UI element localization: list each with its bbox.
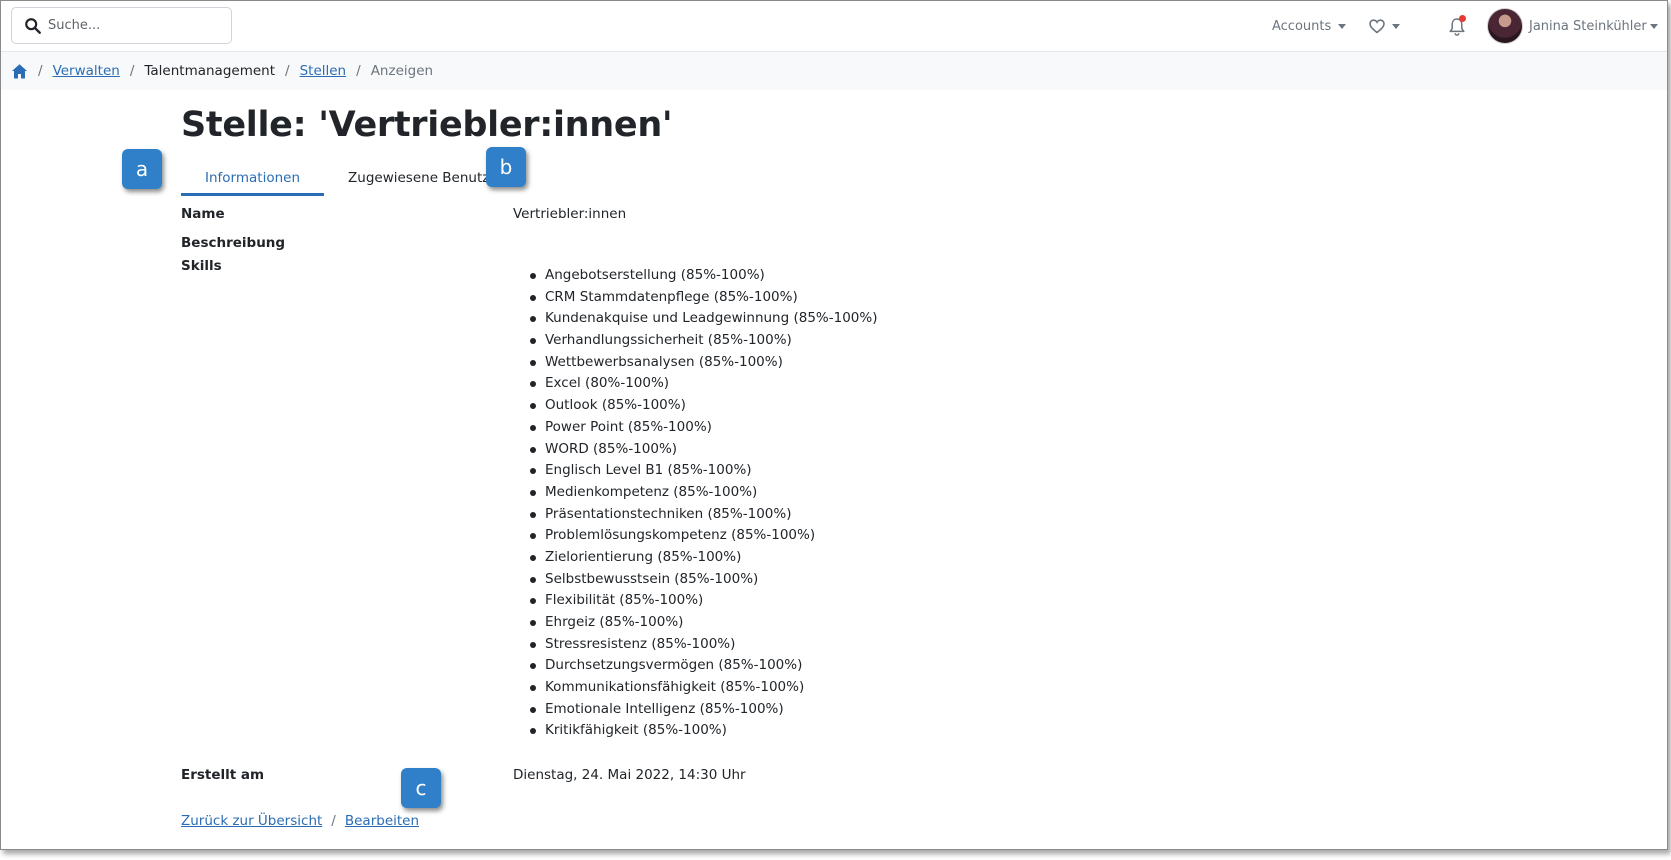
skill-item: Englisch Level B1 (85%-100%) bbox=[513, 460, 877, 482]
breadcrumb: / Verwalten / Talentmanagement / Stellen… bbox=[1, 52, 1667, 90]
skill-item: Excel (80%-100%) bbox=[513, 373, 877, 395]
name-label: Name bbox=[181, 206, 225, 222]
skill-item: Kundenakquise und Leadgewinnung (85%-100… bbox=[513, 308, 877, 330]
footer-links: Zurück zur Übersicht / Bearbeiten bbox=[181, 813, 419, 829]
chevron-down-icon bbox=[1649, 23, 1658, 29]
skills-label: Skills bbox=[181, 258, 222, 274]
skill-item: Wettbewerbsanalysen (85%-100%) bbox=[513, 352, 877, 374]
skill-item: CRM Stammdatenpflege (85%-100%) bbox=[513, 287, 877, 309]
skill-item: Selbstbewusstsein (85%-100%) bbox=[513, 569, 877, 591]
search-input[interactable] bbox=[48, 8, 228, 43]
notification-dot bbox=[1459, 15, 1466, 22]
annotation-marker-c: c bbox=[401, 768, 441, 808]
accounts-label: Accounts bbox=[1272, 18, 1332, 34]
skill-item: Problemlösungskompetenz (85%-100%) bbox=[513, 525, 877, 547]
breadcrumb-separator: / bbox=[129, 63, 135, 79]
skill-item: Angebotserstellung (85%-100%) bbox=[513, 265, 877, 287]
notifications-button[interactable] bbox=[1445, 14, 1469, 38]
skill-item: Präsentationstechniken (85%-100%) bbox=[513, 504, 877, 526]
skill-item: WORD (85%-100%) bbox=[513, 439, 877, 461]
annotation-marker-b: b bbox=[486, 147, 526, 187]
user-menu[interactable]: Janina Steinkühler bbox=[1487, 7, 1663, 45]
breadcrumb-link-stellen[interactable]: Stellen bbox=[300, 63, 347, 79]
skill-item: Durchsetzungsvermögen (85%-100%) bbox=[513, 655, 877, 677]
back-to-overview-link[interactable]: Zurück zur Übersicht bbox=[181, 813, 322, 829]
app-window: Accounts Janina Steinkühler bbox=[0, 0, 1668, 850]
tab-informationen[interactable]: Informationen bbox=[181, 160, 325, 196]
tab-bar: Informationen Zugewiesene Benutzer bbox=[181, 160, 527, 196]
heart-icon bbox=[1369, 18, 1385, 34]
user-name: Janina Steinkühler bbox=[1529, 18, 1647, 34]
skill-item: Verhandlungssicherheit (85%-100%) bbox=[513, 330, 877, 352]
breadcrumb-link-verwalten[interactable]: Verwalten bbox=[53, 63, 120, 79]
skill-item: Flexibilität (85%-100%) bbox=[513, 590, 877, 612]
breadcrumb-item-talentmanagement: Talentmanagement bbox=[144, 63, 276, 79]
edit-link[interactable]: Bearbeiten bbox=[345, 813, 419, 829]
top-navbar: Accounts Janina Steinkühler bbox=[1, 1, 1667, 52]
breadcrumb-separator: / bbox=[38, 63, 43, 79]
name-value: Vertriebler:innen bbox=[513, 206, 627, 222]
created-label: Erstellt am bbox=[181, 767, 265, 783]
breadcrumb-item-anzeigen: Anzeigen bbox=[370, 63, 434, 79]
chevron-down-icon bbox=[1392, 23, 1400, 29]
breadcrumb-separator: / bbox=[285, 63, 290, 79]
skill-item: Kommunikationsfähigkeit (85%-100%) bbox=[513, 677, 877, 699]
annotation-marker-a: a bbox=[122, 149, 162, 189]
breadcrumb-separator: / bbox=[356, 63, 361, 79]
avatar bbox=[1487, 8, 1523, 44]
skill-item: Power Point (85%-100%) bbox=[513, 417, 877, 439]
skill-item: Zielorientierung (85%-100%) bbox=[513, 547, 877, 569]
search-box[interactable] bbox=[11, 7, 232, 44]
search-icon bbox=[25, 18, 41, 34]
created-value: Dienstag, 24. Mai 2022, 14:30 Uhr bbox=[513, 767, 746, 783]
footer-separator: / bbox=[331, 813, 336, 829]
skill-item: Stressresistenz (85%-100%) bbox=[513, 634, 877, 656]
skill-item: Medienkompetenz (85%-100%) bbox=[513, 482, 877, 504]
skills-list: Angebotserstellung (85%-100%) CRM Stammd… bbox=[513, 265, 877, 742]
chevron-down-icon bbox=[1338, 23, 1347, 29]
skill-item: Kritikfähigkeit (85%-100%) bbox=[513, 720, 877, 742]
description-label: Beschreibung bbox=[181, 235, 286, 251]
home-icon[interactable] bbox=[11, 63, 28, 80]
skill-item: Outlook (85%-100%) bbox=[513, 395, 877, 417]
accounts-dropdown[interactable]: Accounts bbox=[1272, 15, 1352, 37]
skill-item: Ehrgeiz (85%-100%) bbox=[513, 612, 877, 634]
favorites-dropdown[interactable] bbox=[1369, 15, 1405, 37]
skill-item: Emotionale Intelligenz (85%-100%) bbox=[513, 699, 877, 721]
page-title: Stelle: 'Vertriebler:innen' bbox=[181, 105, 673, 145]
